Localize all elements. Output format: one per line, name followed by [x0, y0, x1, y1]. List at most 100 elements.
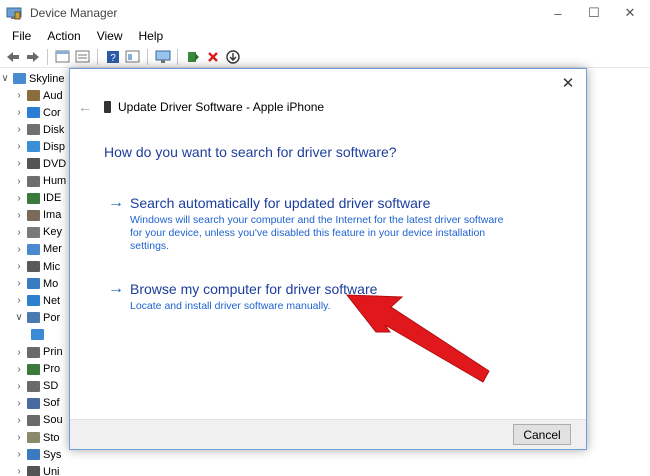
device-icon [31, 329, 44, 341]
device-icon [27, 278, 40, 290]
chevron-right-icon[interactable]: › [14, 415, 24, 426]
dialog-title: Update Driver Software - Apple iPhone [118, 100, 325, 114]
tree-item-label: Net [43, 294, 61, 307]
chevron-right-icon[interactable]: › [14, 278, 24, 289]
device-icon [27, 295, 40, 307]
tree-item[interactable]: › Sto [14, 429, 60, 446]
tree-item[interactable]: › Mic [14, 258, 60, 275]
device-icon [27, 158, 40, 170]
forward-icon[interactable] [24, 48, 41, 65]
chevron-down-icon[interactable]: ∨ [14, 312, 24, 323]
tree-item-label: Cor [43, 106, 61, 119]
tree-item[interactable]: › Sys [14, 446, 61, 463]
tree-item[interactable]: › SD [14, 378, 58, 395]
option-title[interactable]: Search automatically for updated driver … [130, 195, 430, 211]
view-icon[interactable] [124, 48, 141, 65]
tree-item[interactable]: › Pro [14, 361, 60, 378]
help-icon[interactable]: ? [104, 48, 121, 65]
tree-item[interactable]: › Cor [14, 104, 61, 121]
dialog-question: How do you want to search for driver sof… [104, 144, 397, 160]
menu-file[interactable]: File [4, 29, 39, 43]
device-icon [27, 192, 40, 204]
chevron-right-icon[interactable]: › [14, 141, 24, 152]
tree-item[interactable] [28, 326, 47, 343]
chevron-right-icon[interactable]: › [14, 227, 24, 238]
tree-item[interactable]: › Sou [14, 412, 63, 429]
chevron-right-icon[interactable]: › [14, 210, 24, 221]
tree-item[interactable]: › Mo [14, 275, 58, 292]
back-icon[interactable] [4, 48, 21, 65]
svg-text:?: ? [110, 53, 116, 64]
tree-item[interactable]: › DVD [14, 155, 66, 172]
option-title[interactable]: Browse my computer for driver software [130, 281, 377, 297]
device-icon [27, 124, 40, 136]
tree-item-label: Sto [43, 431, 60, 444]
tree-item[interactable]: › Disk [14, 121, 64, 138]
chevron-right-icon[interactable]: › [14, 364, 24, 375]
scan-hardware-icon[interactable] [154, 48, 171, 65]
chevron-down-icon[interactable]: ∨ [0, 73, 10, 84]
tree-item-label: Por [43, 311, 61, 324]
update-driver-icon[interactable] [184, 48, 201, 65]
tree-item-label: Sof [43, 397, 60, 410]
chevron-right-icon[interactable]: › [14, 347, 24, 358]
chevron-right-icon[interactable]: › [14, 261, 24, 272]
close-button[interactable]: ✕ [607, 0, 650, 26]
uninstall-icon[interactable] [204, 48, 221, 65]
tree-item-label: Ima [43, 209, 62, 222]
tree-item[interactable]: › IDE [14, 190, 61, 207]
chevron-right-icon[interactable]: › [14, 90, 24, 101]
tree-item[interactable]: › Key [14, 224, 62, 241]
properties-icon[interactable] [54, 48, 71, 65]
menu-bar: File Action View Help [0, 26, 650, 46]
back-arrow-icon[interactable]: ← [78, 99, 92, 115]
search-automatically-option[interactable]: → Search automatically for updated drive… [108, 194, 508, 253]
dialog-close-button[interactable]: ✕ [560, 75, 576, 92]
update-driver-dialog: ✕ ← Update Driver Software - Apple iPhon… [69, 68, 587, 450]
chevron-right-icon[interactable]: › [14, 124, 24, 135]
tree-item[interactable]: › Disp [14, 138, 65, 155]
option-description: Locate and install driver software manua… [130, 300, 331, 312]
list-icon[interactable] [74, 48, 91, 65]
browse-computer-option[interactable]: → Browse my computer for driver software… [108, 280, 508, 313]
tree-item-label: Mer [43, 243, 62, 256]
device-manager-icon [6, 5, 22, 21]
tree-item[interactable]: › Mer [14, 241, 62, 258]
tree-item[interactable]: › Hum [14, 173, 66, 190]
device-icon [27, 397, 40, 409]
chevron-right-icon[interactable]: › [14, 107, 24, 118]
device-icon [27, 107, 40, 119]
tree-root[interactable]: ∨ Skyline [0, 70, 64, 87]
tree-item[interactable]: › Ima [14, 207, 61, 224]
chevron-right-icon[interactable]: › [14, 244, 24, 255]
toolbar-separator [97, 48, 98, 65]
tree-item[interactable]: › Aud [14, 87, 62, 104]
device-tree: ∨ Skyline › Aud › Cor › Disk › Disp › DVD › Hum › IDE… [0, 68, 80, 476]
device-icon [27, 380, 40, 392]
menu-view[interactable]: View [89, 29, 131, 43]
menu-help[interactable]: Help [131, 29, 172, 43]
chevron-right-icon[interactable]: › [14, 176, 24, 187]
chevron-right-icon[interactable]: › [14, 432, 24, 443]
device-icon [27, 209, 40, 221]
download-icon[interactable] [224, 48, 241, 65]
tree-item[interactable]: › Sof [14, 395, 60, 412]
tree-item[interactable]: › Uni [14, 463, 60, 476]
chevron-right-icon[interactable]: › [14, 449, 24, 460]
chevron-right-icon[interactable]: › [14, 295, 24, 306]
cancel-button[interactable]: Cancel [513, 424, 571, 445]
tree-item[interactable]: › Net [14, 292, 60, 309]
chevron-right-icon[interactable]: › [14, 466, 24, 476]
window-titlebar: Device Manager – ☐ ✕ [0, 0, 650, 26]
tree-item[interactable]: › Prin [14, 344, 62, 361]
chevron-right-icon[interactable]: › [14, 381, 24, 392]
menu-action[interactable]: Action [39, 29, 88, 43]
device-icon [27, 449, 40, 461]
chevron-right-icon[interactable]: › [14, 158, 24, 169]
dialog-header: ← Update Driver Software - Apple iPhone [78, 99, 324, 115]
tree-item-label: Sou [43, 414, 63, 427]
chevron-right-icon[interactable]: › [14, 193, 24, 204]
tree-item[interactable]: ∨ Por [14, 309, 60, 326]
device-icon [27, 261, 40, 272]
chevron-right-icon[interactable]: › [14, 398, 24, 409]
